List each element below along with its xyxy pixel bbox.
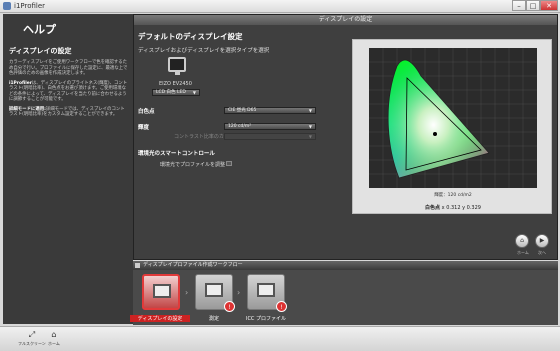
profile-adjust-checkbox[interactable] [226,161,232,166]
maximize-button[interactable]: □ [526,0,540,11]
step-icc-profile[interactable]: ! [247,274,287,312]
whitepoint-readout-label: 白色点 [425,205,441,211]
whitepoint-marker [433,132,437,136]
window-title-bar: i1Profiler – □ ✕ [0,0,560,13]
chevron-down-icon: ▼ [308,124,312,129]
step-measure[interactable]: ! [195,274,235,312]
window-controls: – □ ✕ [512,0,558,12]
cie-diagram-svg [369,48,537,188]
whitepoint-value: CIE 昼光 D65 [228,108,257,113]
close-button[interactable]: ✕ [540,0,558,11]
app-icon [3,2,11,10]
luminance-label: 輝度 [138,125,150,131]
alert-badge-icon: ! [276,301,287,312]
contrast-dropdown[interactable]: ▼ [224,133,316,140]
step-label-measure: 測定 [208,316,219,322]
chevron-down-icon: ▼ [308,134,312,139]
select-display-label: ディスプレイおよびディスプレイを選択タイプを選択 [138,48,270,54]
play-icon: ▶ [539,237,545,244]
cie-chart: 輝度：120 cd/m2 白色点 x 0.312 y 0.329 [352,39,552,214]
chevron-right-icon: › [185,288,189,297]
whitepoint-readout: 白色点 x 0.312 y 0.329 [353,204,553,211]
fullscreen-icon: ⤢ [28,330,36,339]
help-paragraph-3: 詳細モードに適用:詳細モードでは、ディスプレイのコントラスト(明暗比率)をカスタ… [9,107,128,118]
help-paragraph-3-bold: 詳細モードに適用: [9,106,46,112]
home-button[interactable]: ⌂ [515,234,529,248]
icc-profile-icon [257,283,275,297]
whitepoint-readout-value: x 0.312 y 0.329 [441,205,481,211]
app-title: i1Profiler [14,2,46,10]
next-button-label: 次へ [538,250,546,255]
chevron-down-icon: ▼ [192,90,196,95]
monitor-measure-icon [205,283,223,297]
toolbar-home-label: ホーム [48,341,60,346]
workflow-title: ディスプレイプロファイル作成ワークフロー [143,262,243,268]
toolbar-home-button[interactable]: ⌂ ホーム [48,330,60,347]
help-paragraph-1: カラーディスプレイをご使用ワークフローで色を確認するため自分で行い。プロファイル… [9,60,128,76]
display-settings-icon [153,284,171,298]
home-icon: ⌂ [520,237,524,244]
whitepoint-dropdown[interactable]: CIE 昼光 D65 ▼ [224,107,316,114]
whitepoint-label: 白色点 [138,109,155,115]
step-label-icc-profile: ICC プロファイル [245,316,287,322]
alert-badge-icon: ! [224,301,235,312]
profile-adjust-label: 環境光でプロファイルを調整 [160,162,226,168]
workflow-title-bar: ディスプレイプロファイル作成ワークフロー [133,261,558,270]
panel-header: ディスプレイの設定 [134,15,557,25]
luminance-dropdown[interactable]: 120 cd/m² ▼ [224,123,316,130]
step-display-settings[interactable] [142,274,180,310]
display-type-value: LCD 白色 LED [156,90,186,95]
minimize-button[interactable]: – [512,0,526,11]
help-heading: ヘルプ [23,23,56,36]
display-settings-panel: ディスプレイの設定 デフォルトのディスプレイ設定 ディスプレイおよびディスプレイ… [133,14,558,260]
chevron-right-icon: › [237,288,241,297]
home-button-label: ホーム [517,250,529,255]
next-button[interactable]: ▶ [535,234,549,248]
step-label-display-settings: ディスプレイの設定 [130,315,190,322]
help-section-title: ディスプレイの設定 [9,47,72,55]
fullscreen-button[interactable]: ⤢ フルスクリーン [18,330,46,347]
luminance-readout: 輝度：120 cd/m2 [434,193,472,198]
display-type-dropdown[interactable]: LCD 白色 LED ▼ [152,89,200,96]
home-icon: ⌂ [51,330,57,339]
monitor-icon[interactable] [168,57,186,75]
smart-control-label: 環境光のスマートコントロール [138,151,215,157]
help-panel: ヘルプ ディスプレイの設定 カラーディスプレイをご使用ワークフローで色を確認する… [3,14,133,324]
section-title: デフォルトのディスプレイ設定 [138,32,243,41]
luminance-value: 120 cd/m² [228,124,252,129]
chevron-down-icon: ▼ [308,108,312,113]
workflow-steps: ディスプレイの設定 › ! 測定 › ! ICC プロファイル [130,270,558,325]
help-paragraph-2-bold: i1Profiler [9,80,32,86]
bottom-toolbar: ⤢ フルスクリーン ⌂ ホーム [0,326,560,351]
fullscreen-label: フルスクリーン [18,341,46,346]
workflow-icon [135,263,140,268]
help-paragraph-2: i1Profilerは、ディスプレイのプライトネス(輝度)、コントラスト(明暗比… [9,81,128,103]
monitor-name: EIZO EV2450 [159,81,192,87]
